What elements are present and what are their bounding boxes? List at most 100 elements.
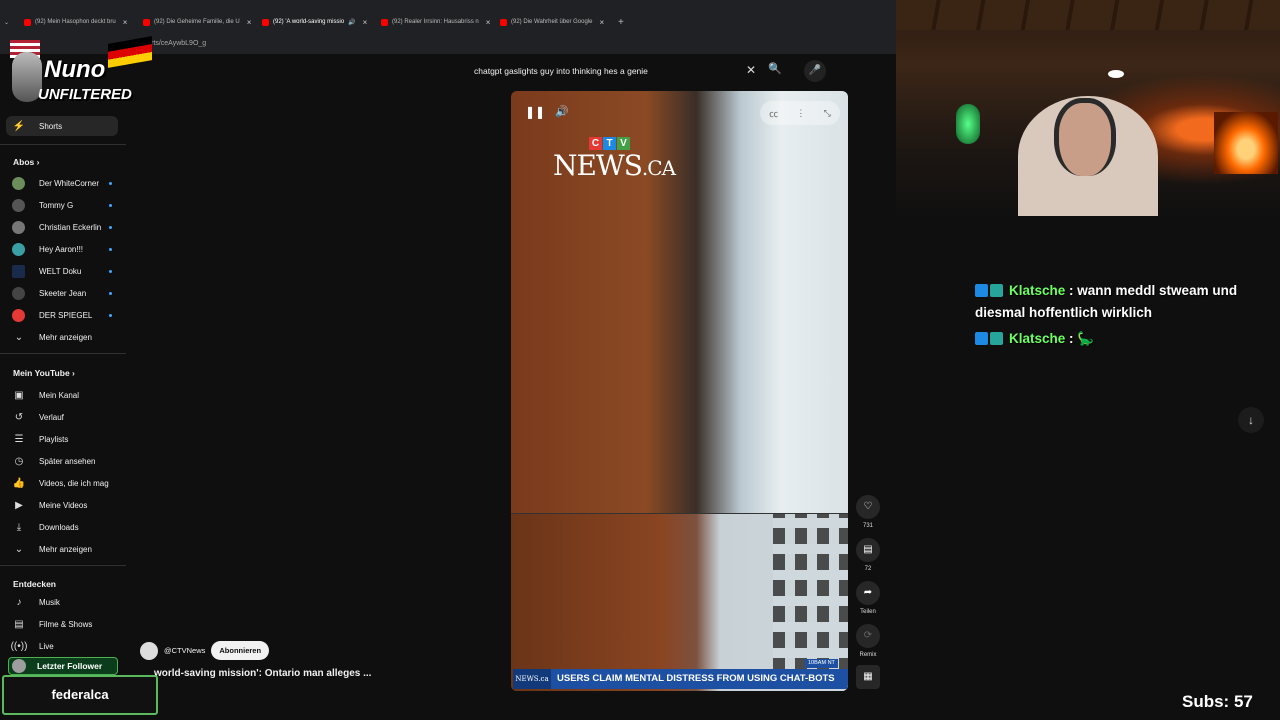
streamer-head-with-headset xyxy=(1054,98,1116,176)
audio-button[interactable]: ▦ xyxy=(856,665,880,689)
green-lamp xyxy=(956,104,980,144)
more-vert-icon[interactable]: ⋮ xyxy=(796,108,805,119)
search-query: chatgpt gaslights guy into thinking hes … xyxy=(474,66,648,76)
new-content-dot xyxy=(109,291,112,295)
clear-search-icon[interactable]: ✕ xyxy=(746,63,756,77)
close-tab-icon[interactable]: × xyxy=(247,18,252,27)
ctv-news-logo: C T V NEWS.CA xyxy=(553,137,683,182)
volume-icon: 🔊 xyxy=(555,106,569,118)
search-input[interactable]: chatgpt gaslights guy into thinking hes … xyxy=(466,59,766,83)
sidebar-item-films[interactable]: ▤ Filme & Shows xyxy=(12,614,122,634)
volume-button[interactable]: 🔊 xyxy=(555,105,571,121)
latest-follower-widget: federalca Letzter Follower xyxy=(2,657,158,717)
ceiling-beams xyxy=(896,0,1280,30)
sidebar-item-my-videos[interactable]: ▶ Meine Videos xyxy=(12,495,122,515)
new-tab-button[interactable]: + xyxy=(618,14,624,30)
sidebar-item-subscription[interactable]: WELT Doku xyxy=(12,261,122,281)
sidebar-item-playlists[interactable]: ☰ Playlists xyxy=(12,429,122,449)
audio-playing-icon: 🔊 xyxy=(348,19,356,26)
close-tab-icon[interactable]: × xyxy=(599,18,604,27)
channel-avatar xyxy=(12,242,25,256)
streamer-logo: Nuno UNFILTERED xyxy=(8,30,156,122)
badge-icon xyxy=(975,284,988,297)
subscribe-button[interactable]: Abonnieren xyxy=(211,641,270,660)
pause-icon: ❚❚ xyxy=(525,105,546,119)
search-button[interactable]: 🔍 xyxy=(768,62,788,80)
comment-icon: ▤ xyxy=(856,538,880,562)
close-tab-icon[interactable]: × xyxy=(123,18,128,27)
clock-icon: ◷ xyxy=(14,455,24,467)
video-title[interactable]: world-saving mission': Ontario man alleg… xyxy=(154,668,371,679)
next-short-button[interactable]: ↓ xyxy=(1238,407,1264,433)
channel-handle[interactable]: @CTVNews xyxy=(164,646,205,655)
new-content-dot xyxy=(109,225,112,229)
sidebar-item-subscription[interactable]: Tommy G xyxy=(12,195,122,215)
sidebar-item-more-my-youtube[interactable]: ⌄ Mehr anzeigen xyxy=(12,539,122,559)
live-time-tag: 10BAM NT xyxy=(805,659,838,668)
sidebar-item-watch-later[interactable]: ◷ Später ansehen xyxy=(12,451,122,471)
sidebar-item-subscription[interactable]: Hey Aaron!!! xyxy=(12,239,122,259)
arrow-down-icon: ↓ xyxy=(1248,413,1254,427)
browser-tab[interactable]: (92) Mein Hasophon deckt bru × xyxy=(24,14,127,30)
history-icon: ↺ xyxy=(14,411,24,423)
divider xyxy=(0,144,126,145)
video-icon: ▶ xyxy=(15,499,23,511)
german-flag-icon xyxy=(108,36,152,68)
sidebar-item-more-abos[interactable]: ⌄ Mehr anzeigen xyxy=(12,327,122,347)
sidebar: ⚡ Shorts Abos › Der WhiteCorner Tommy G C… xyxy=(0,54,128,720)
channel-info: @CTVNews Abonnieren xyxy=(140,641,270,660)
user-icon xyxy=(12,659,26,673)
heart-icon: ♡ xyxy=(856,495,880,519)
channel-avatar xyxy=(12,286,25,300)
like-button[interactable]: ♡ 731 xyxy=(856,495,880,529)
subscriber-counter: Subs: 57 xyxy=(1182,692,1253,711)
share-button[interactable]: ➦ Teilen xyxy=(856,581,880,615)
tab-list-button[interactable]: ⌄ xyxy=(4,14,9,30)
badge-icon xyxy=(975,332,988,345)
comments-button[interactable]: ▤ 72 xyxy=(856,538,880,572)
chyron-logo: NEWS.ca xyxy=(513,669,551,689)
browser-tab[interactable]: (92) Realer Irrsinn: Hausabriss n × xyxy=(381,14,490,30)
sidebar-item-subscription[interactable]: Der WhiteCorner xyxy=(12,173,122,193)
remix-button[interactable]: ⟳ Remix xyxy=(856,624,880,658)
fullscreen-icon[interactable]: ⤡ xyxy=(824,108,831,119)
youtube-favicon-icon xyxy=(500,18,507,26)
close-tab-icon[interactable]: × xyxy=(486,18,491,27)
like-count: 731 xyxy=(862,523,873,529)
chevron-down-icon: ⌄ xyxy=(14,543,24,555)
browser-tab[interactable]: (92) Die Wahrheit über Google × xyxy=(500,14,604,30)
channel-avatar xyxy=(12,308,25,322)
chat-text: : 🦕 xyxy=(1069,331,1095,346)
youtube-favicon-icon xyxy=(381,18,388,26)
sidebar-item-my-channel[interactable]: ▣ Mein Kanal xyxy=(12,385,122,405)
sidebar-item-liked-videos[interactable]: 👍 Videos, die ich mag xyxy=(12,473,122,493)
channel-avatar xyxy=(12,198,25,212)
badge-icon xyxy=(990,284,1003,297)
chevron-right-icon: › xyxy=(36,157,40,167)
captions-icon[interactable]: ㏄ xyxy=(769,107,778,120)
chat-username: Klatsche xyxy=(1009,331,1066,346)
section-abos-header[interactable]: Abos › xyxy=(13,157,39,167)
sidebar-item-subscription[interactable]: Christian Eckerlin xyxy=(12,217,122,237)
follower-name: federalca xyxy=(2,675,158,715)
new-content-dot xyxy=(109,269,112,273)
sidebar-item-live[interactable]: ((•)) Live xyxy=(11,636,122,656)
section-explore-header: Entdecken xyxy=(13,579,56,589)
chat-overlay: Klatsche : wann meddl stweam und diesmal… xyxy=(975,280,1245,350)
sidebar-item-subscription[interactable]: DER SPIEGEL xyxy=(12,305,122,325)
pause-button[interactable]: ❚❚ xyxy=(525,105,545,121)
chevron-right-icon: › xyxy=(72,368,75,378)
sidebar-item-subscription[interactable]: Skeeter Jean xyxy=(12,283,122,303)
sidebar-item-history[interactable]: ↺ Verlauf xyxy=(12,407,122,427)
video-next-frame xyxy=(511,513,848,691)
browser-tab[interactable]: (92) Die Geheime Familie, die U × xyxy=(143,14,251,30)
browser-tab-active[interactable]: (92) 'A world-saving missio 🔊 × xyxy=(262,14,367,30)
section-my-youtube-header[interactable]: Mein YouTube › xyxy=(13,368,75,378)
chat-message: Klatsche : 🦕 xyxy=(975,328,1245,350)
fireplace xyxy=(1214,112,1278,174)
sidebar-item-downloads[interactable]: ⤓ Downloads xyxy=(12,517,122,537)
shorts-video-player[interactable]: C T V NEWS.CA ❚❚ 🔊 ㏄ ⋮ ⤡ 10BAM NT NEWS.c… xyxy=(511,91,848,691)
close-tab-icon[interactable]: × xyxy=(363,18,368,27)
voice-search-button[interactable]: 🎤 xyxy=(804,60,826,82)
sidebar-item-music[interactable]: ♪ Musik xyxy=(12,592,122,612)
